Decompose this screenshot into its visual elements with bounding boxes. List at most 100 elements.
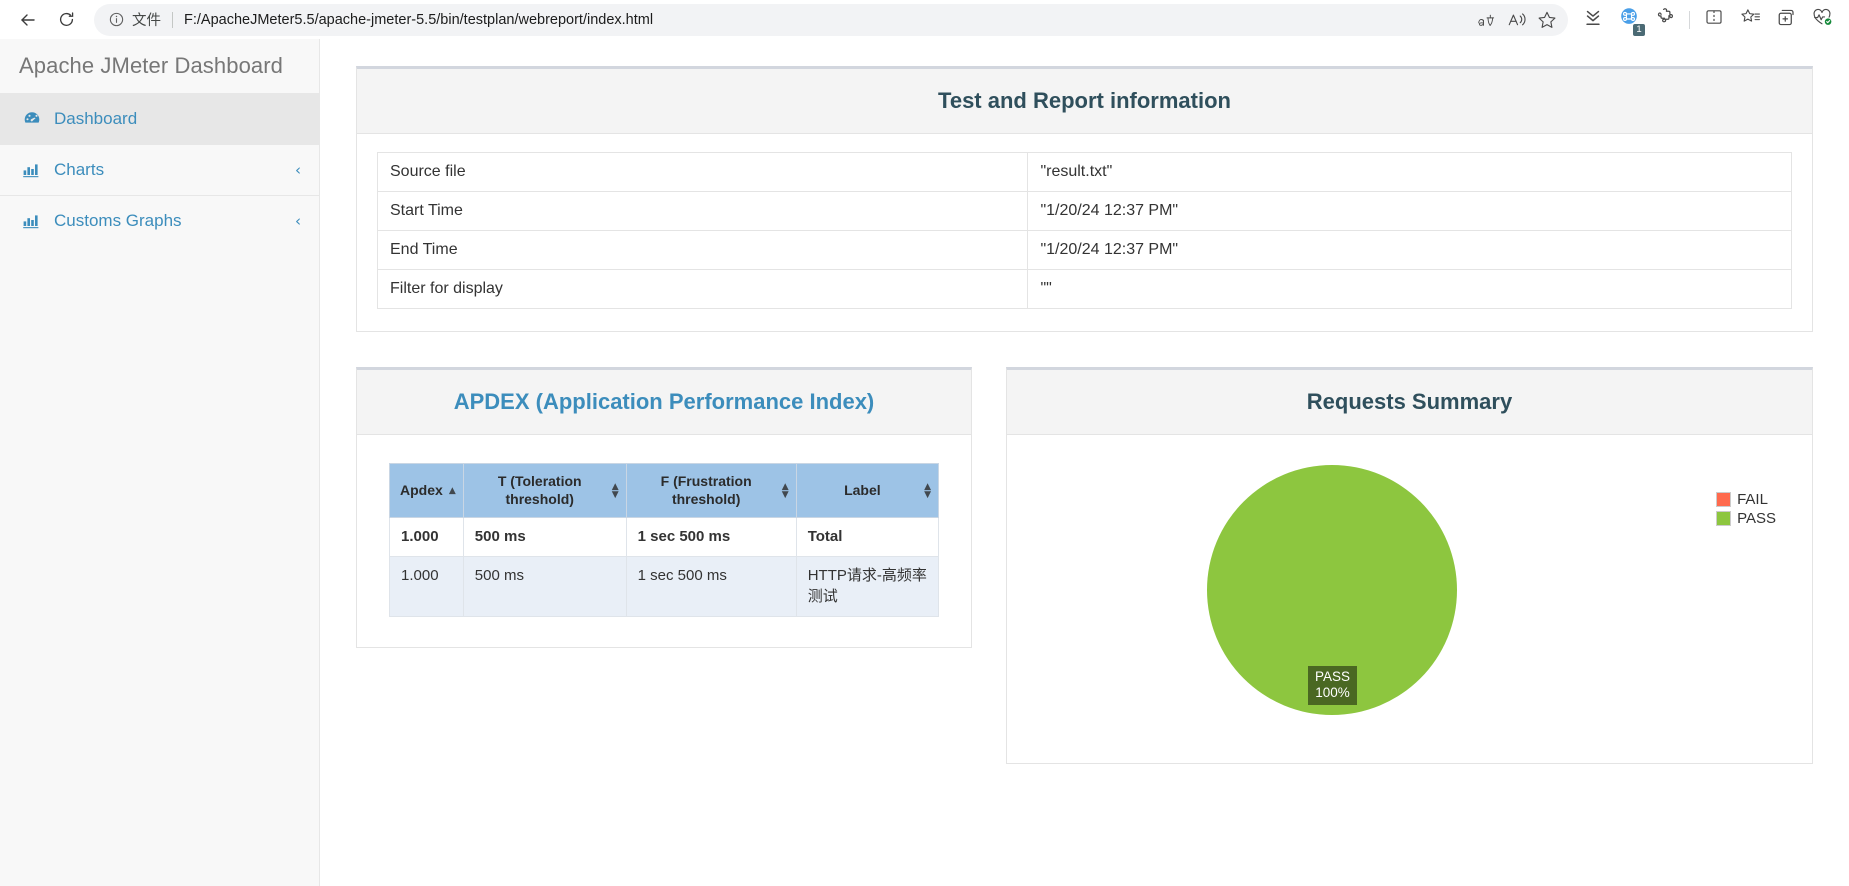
browser-essentials-icon [1811, 7, 1833, 32]
favorites-list-icon [1740, 7, 1761, 32]
cell-toleration: 500 ms [462, 516, 627, 558]
sort-toggle-icon[interactable]: ▲ ▼ [924, 482, 931, 499]
cell-apdex: 1.000 [389, 556, 464, 617]
url-text[interactable]: F:/ApacheJMeter5.5/apache-jmeter-5.5/bin… [184, 12, 1472, 28]
test-report-title: Test and Report information [938, 88, 1231, 113]
legend-item-fail[interactable]: FAIL [1716, 491, 1776, 508]
apdex-header: APDEX (Application Performance Index) [357, 370, 971, 435]
sidebar-item-dashboard[interactable]: Dashboard [0, 93, 319, 144]
requests-summary-panel: Requests Summary PASS 100% FAIL PASS [1006, 367, 1813, 764]
sort-toggle-icon[interactable]: ▲ ▼ [612, 482, 619, 499]
chart-legend: FAIL PASS [1716, 491, 1776, 529]
sidebar-item-label: Charts [54, 160, 105, 179]
cell-label: Total [795, 516, 940, 558]
browser-essentials-button[interactable] [1805, 4, 1839, 36]
info-value: "1/20/24 12:37 PM" [1027, 191, 1792, 231]
back-arrow-icon [18, 10, 38, 30]
split-screen-button[interactable] [1697, 4, 1731, 36]
bar-chart-icon [23, 213, 45, 229]
address-bar[interactable]: 文件 F:/ApacheJMeter5.5/apache-jmeter-5.5/… [94, 3, 1568, 36]
sort-ascending-icon[interactable]: ▲ [449, 486, 456, 495]
add-collection-icon [1776, 7, 1797, 33]
address-separator [172, 11, 173, 28]
extension-command-button[interactable]: 1 [1612, 4, 1646, 36]
info-value: "" [1027, 269, 1792, 309]
cell-toleration: 500 ms [462, 556, 627, 617]
table-row: 1.000 500 ms 1 sec 500 ms Total [389, 516, 940, 558]
column-label: Apdex [400, 481, 443, 498]
sidebar-chevron-charts[interactable]: ‹ [295, 162, 301, 178]
sidebar-item-label: Customs Graphs [54, 211, 182, 230]
column-label: F (Frustration threshold) [660, 473, 752, 507]
page-title: Apache JMeter Dashboard [19, 53, 284, 78]
column-label: T (Toleration threshold) [497, 473, 582, 507]
reload-button[interactable] [48, 4, 84, 36]
table-header-row: Apdex ▲ T (Toleration threshold) ▲ ▼ F (F… [389, 463, 940, 518]
extensions-button[interactable] [1648, 4, 1682, 36]
cell-frustration: 1 sec 500 ms [625, 556, 797, 617]
sidebar: Apache JMeter Dashboard Dashboard Charts… [0, 39, 320, 886]
sidebar-item-label: Dashboard [54, 109, 138, 128]
info-value: "result.txt" [1027, 152, 1792, 192]
legend-swatch-fail [1716, 492, 1732, 507]
cell-label: HTTP请求-高频率测试 [795, 556, 940, 617]
browser-toolbar: 文件 F:/ApacheJMeter5.5/apache-jmeter-5.5/… [0, 0, 1849, 39]
jmeter-dashboard-page: Apache JMeter Dashboard Dashboard Charts… [0, 39, 1849, 886]
legend-label: PASS [1737, 510, 1776, 527]
file-scheme-label: 文件 [132, 13, 161, 29]
downloads-icon [1583, 7, 1603, 32]
pie-chart: PASS 100% FAIL PASS [1027, 453, 1792, 741]
main-content: Test and Report information Source file … [320, 39, 1849, 886]
apdex-body: Apdex ▲ T (Toleration threshold) ▲ ▼ F (F… [357, 435, 971, 647]
back-button[interactable] [10, 4, 46, 36]
table-row: Filter for display "" [376, 269, 1792, 309]
apdex-title: APDEX (Application Performance Index) [453, 389, 875, 414]
requests-summary-title: Requests Summary [1306, 389, 1513, 414]
column-header-label[interactable]: Label ▲ ▼ [795, 463, 940, 518]
downloads-button[interactable] [1576, 4, 1610, 36]
sidebar-item-customs-graphs[interactable]: Customs Graphs ‹ [0, 195, 319, 246]
legend-item-pass[interactable]: PASS [1716, 510, 1776, 527]
test-report-body: Source file "result.txt" Start Time "1/2… [357, 134, 1812, 331]
split-screen-icon [1704, 7, 1724, 32]
info-value: "1/20/24 12:37 PM" [1027, 230, 1792, 270]
column-header-frustration[interactable]: F (Frustration threshold) ▲ ▼ [625, 463, 797, 518]
favorites-button[interactable] [1733, 4, 1767, 36]
read-aloud-icon[interactable] [1502, 6, 1532, 34]
column-header-apdex[interactable]: Apdex ▲ [389, 463, 464, 518]
legend-swatch-pass [1716, 511, 1732, 526]
sidebar-item-charts[interactable]: Charts ‹ [0, 144, 319, 195]
reload-icon [57, 10, 76, 29]
table-row: Source file "result.txt" [376, 152, 1792, 192]
info-circle-icon[interactable] [108, 11, 125, 28]
cell-frustration: 1 sec 500 ms [625, 516, 797, 558]
column-header-toleration[interactable]: T (Toleration threshold) ▲ ▼ [462, 463, 627, 518]
pie-label-name: PASS [1315, 669, 1351, 684]
legend-label: FAIL [1737, 491, 1768, 508]
toolbar-divider [1689, 10, 1690, 29]
requests-summary-header: Requests Summary [1007, 370, 1812, 435]
requests-summary-body: PASS 100% FAIL PASS [1007, 435, 1812, 763]
sidebar-chevron-customs-graphs[interactable]: ‹ [295, 213, 301, 229]
add-collection-button[interactable] [1769, 4, 1803, 36]
info-key: Start Time [376, 191, 1029, 231]
extension-puzzle-icon [1655, 7, 1676, 33]
column-label: Label [844, 481, 881, 498]
table-row: Start Time "1/20/24 12:37 PM" [376, 191, 1792, 231]
info-key: Source file [376, 152, 1029, 192]
info-key: End Time [376, 230, 1029, 270]
table-row: 1.000 500 ms 1 sec 500 ms HTTP请求-高频率测试 [389, 556, 940, 617]
apdex-table: Apdex ▲ T (Toleration threshold) ▲ ▼ F (F… [389, 463, 940, 617]
test-report-table: Source file "result.txt" Start Time "1/2… [376, 152, 1792, 309]
cell-apdex: 1.000 [389, 516, 464, 558]
test-report-header: Test and Report information [357, 69, 1812, 134]
extension-badge-count: 1 [1633, 23, 1645, 36]
pie-slice-label: PASS 100% [1308, 666, 1358, 705]
translate-icon[interactable] [1472, 6, 1502, 34]
test-report-panel: Test and Report information Source file … [356, 66, 1813, 332]
table-row: End Time "1/20/24 12:37 PM" [376, 230, 1792, 270]
lower-panels-row: APDEX (Application Performance Index) Ap… [356, 367, 1813, 799]
star-outline-icon[interactable] [1532, 6, 1562, 34]
info-key: Filter for display [376, 269, 1029, 309]
sort-toggle-icon[interactable]: ▲ ▼ [782, 482, 789, 499]
